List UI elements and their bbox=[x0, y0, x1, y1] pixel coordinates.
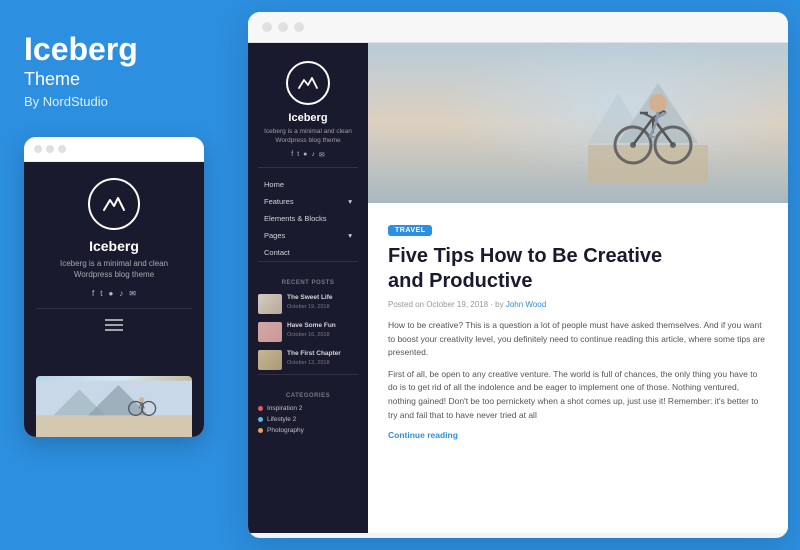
main-article-area: TRAVEL Five Tips How to Be Creative and … bbox=[368, 43, 788, 533]
dot-2 bbox=[46, 145, 54, 153]
author-link[interactable]: John Wood bbox=[506, 300, 546, 309]
mobile-content: Iceberg Iceberg is a minimal and cleanWo… bbox=[24, 162, 204, 437]
sidebar-divider-top bbox=[258, 167, 358, 168]
browser-body: Iceberg Iceberg is a minimal and clean W… bbox=[248, 43, 788, 533]
dot-3 bbox=[58, 145, 66, 153]
recent-post-1-thumb bbox=[258, 294, 282, 314]
mobile-titlebar bbox=[24, 137, 204, 162]
categories-list: Inspiration 2 Lifestyle 2 Photography bbox=[258, 403, 358, 436]
dot-1 bbox=[34, 145, 42, 153]
site-logo bbox=[286, 61, 330, 105]
recent-post-2-info: Have Some Fun October 16, 2018 bbox=[287, 322, 358, 337]
site-description: Iceberg is a minimal and clean Wordpress… bbox=[258, 127, 358, 145]
nav-contact-label: Contact bbox=[264, 248, 290, 257]
social-wa: ✉ bbox=[129, 289, 136, 298]
recent-post-2-thumb bbox=[258, 322, 282, 342]
recent-post-3-date: October 13, 2018 bbox=[287, 360, 358, 366]
recent-post-1[interactable]: The Sweet Life October 19, 2018 bbox=[258, 290, 358, 318]
sidebar-divider-3 bbox=[258, 374, 358, 375]
mobile-hero-image bbox=[36, 376, 192, 437]
mobile-brand-desc: Iceberg is a minimal and cleanWordpress … bbox=[60, 258, 168, 280]
recent-post-2-date: October 16, 2018 bbox=[287, 332, 358, 338]
site-name: Iceberg bbox=[288, 112, 327, 124]
category-dot-3 bbox=[258, 428, 263, 433]
article-tag[interactable]: TRAVEL bbox=[388, 225, 432, 236]
recent-post-3-thumb bbox=[258, 350, 282, 370]
recent-posts-heading: RECENT POSTS bbox=[276, 270, 341, 290]
nav-item-elements[interactable]: Elements & Blocks bbox=[258, 210, 358, 227]
nav-item-pages[interactable]: Pages ▾ bbox=[258, 227, 358, 244]
sidebar-divider-2 bbox=[258, 261, 358, 262]
article-paragraph-2: First of all, be open to any creative ve… bbox=[388, 368, 768, 422]
recent-post-1-info: The Sweet Life October 19, 2018 bbox=[287, 294, 358, 309]
main-browser-window: Iceberg Iceberg is a minimal and clean W… bbox=[248, 12, 788, 538]
recent-posts-list: The Sweet Life October 19, 2018 Have Som… bbox=[258, 290, 358, 374]
category-photography[interactable]: Photography bbox=[258, 425, 358, 436]
category-dot-2 bbox=[258, 417, 263, 422]
left-panel: Iceberg Theme By NordStudio Iceberg Iceb… bbox=[0, 0, 248, 550]
category-label-3: Photography bbox=[267, 427, 304, 434]
brand-author: By NordStudio bbox=[24, 94, 224, 109]
nav-item-contact[interactable]: Contact bbox=[258, 244, 358, 261]
social-ig: ● bbox=[108, 289, 113, 298]
article-meta: Posted on October 19, 2018 · by John Woo… bbox=[388, 300, 768, 309]
nav-home-label: Home bbox=[264, 180, 284, 189]
continue-reading-link[interactable]: Continue reading bbox=[388, 430, 768, 440]
mobile-logo bbox=[88, 178, 140, 230]
article-title: Five Tips How to Be Creative and Product… bbox=[388, 244, 768, 294]
hero-image-bg bbox=[368, 43, 788, 203]
recent-post-3-title: The First Chapter bbox=[287, 350, 358, 358]
brand-title: Iceberg bbox=[24, 32, 224, 67]
browser-dot-3 bbox=[294, 22, 304, 32]
hero-image bbox=[368, 43, 788, 203]
nav-item-features[interactable]: Features ▾ bbox=[258, 193, 358, 210]
mobile-brand-name: Iceberg bbox=[89, 238, 139, 254]
icon-twitter: t bbox=[297, 151, 299, 159]
recent-post-3-info: The First Chapter October 13, 2018 bbox=[287, 350, 358, 365]
recent-post-2[interactable]: Have Some Fun October 16, 2018 bbox=[258, 318, 358, 346]
brand-subtitle: Theme bbox=[24, 69, 224, 90]
browser-dot-1 bbox=[262, 22, 272, 32]
icon-instagram: ● bbox=[303, 151, 307, 159]
social-tik: ♪ bbox=[119, 289, 123, 298]
recent-post-2-title: Have Some Fun bbox=[287, 322, 358, 330]
mobile-social-icons: f t ● ♪ ✉ bbox=[92, 289, 136, 298]
site-sidebar: Iceberg Iceberg is a minimal and clean W… bbox=[248, 43, 368, 533]
brand-info: Iceberg Theme By NordStudio bbox=[24, 32, 224, 109]
nav-pages-arrow: ▾ bbox=[348, 231, 352, 240]
social-fb: f bbox=[92, 289, 94, 298]
social-tw: t bbox=[100, 289, 102, 298]
category-label-2: Lifestyle 2 bbox=[267, 416, 296, 423]
browser-titlebar bbox=[248, 12, 788, 43]
site-navigation: Home Features ▾ Elements & Blocks Pages … bbox=[258, 176, 358, 261]
recent-post-1-title: The Sweet Life bbox=[287, 294, 358, 302]
category-label-1: Inspiration 2 bbox=[267, 405, 302, 412]
categories-heading: CATEGORIES bbox=[280, 383, 336, 403]
article-body: TRAVEL Five Tips How to Be Creative and … bbox=[368, 203, 788, 456]
browser-dot-2 bbox=[278, 22, 288, 32]
nav-item-home[interactable]: Home bbox=[258, 176, 358, 193]
icon-facebook: f bbox=[291, 151, 293, 159]
nav-pages-label: Pages bbox=[264, 231, 285, 240]
icon-whatsapp: ✉ bbox=[319, 151, 325, 159]
recent-post-1-date: October 19, 2018 bbox=[287, 304, 358, 310]
nav-elements-label: Elements & Blocks bbox=[264, 214, 327, 223]
recent-post-3[interactable]: The First Chapter October 13, 2018 bbox=[258, 346, 358, 374]
site-social-icons: f t ● ♪ ✉ bbox=[291, 151, 325, 159]
category-inspiration[interactable]: Inspiration 2 bbox=[258, 403, 358, 414]
mobile-hamburger-icon[interactable] bbox=[105, 319, 123, 331]
mobile-divider bbox=[36, 308, 192, 309]
icon-tiktok: ♪ bbox=[311, 151, 315, 159]
hero-bike-illustration bbox=[588, 63, 708, 183]
category-lifestyle[interactable]: Lifestyle 2 bbox=[258, 414, 358, 425]
nav-features-arrow: ▾ bbox=[348, 197, 352, 206]
category-dot-1 bbox=[258, 406, 263, 411]
mobile-preview: Iceberg Iceberg is a minimal and cleanWo… bbox=[24, 137, 204, 437]
nav-features-label: Features bbox=[264, 197, 294, 206]
article-paragraph-1: How to be creative? This is a question a… bbox=[388, 319, 768, 360]
